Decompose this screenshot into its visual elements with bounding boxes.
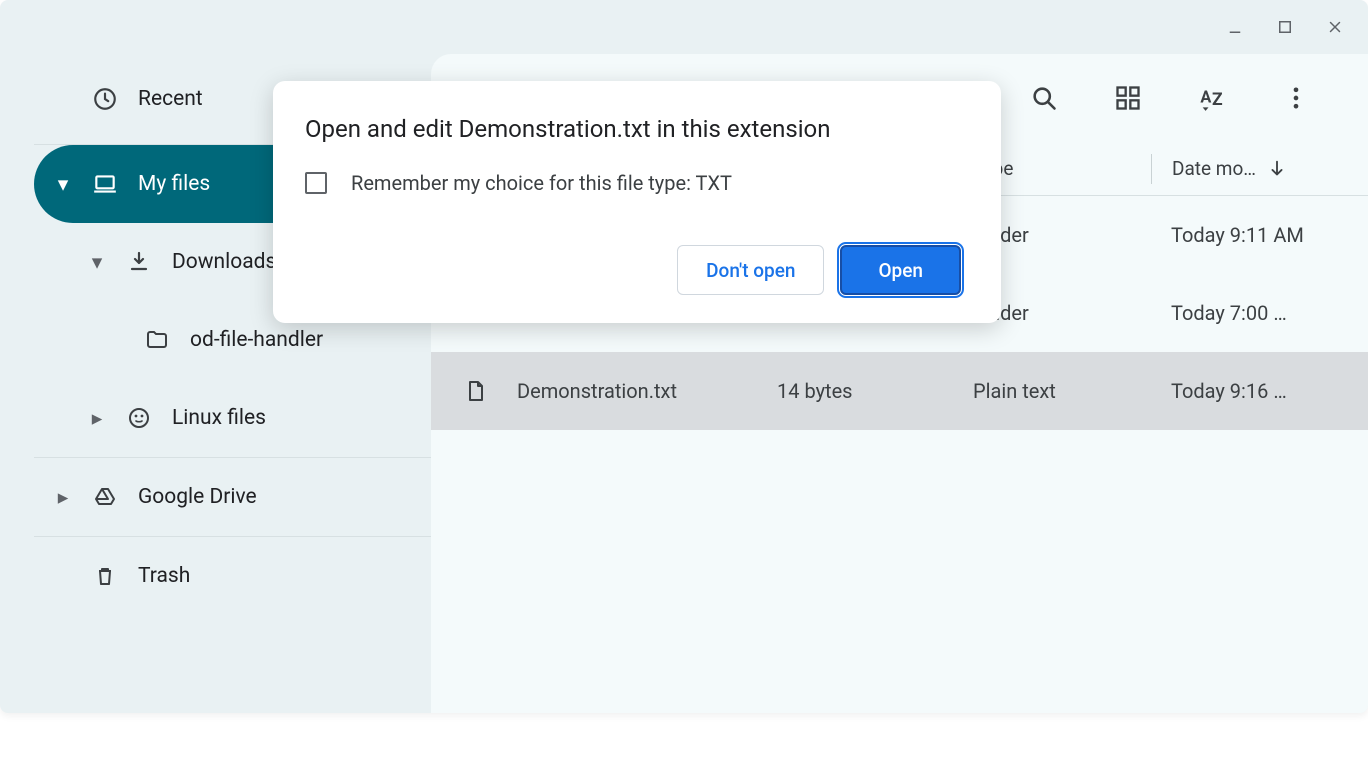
- search-button[interactable]: [1024, 78, 1064, 118]
- dialog-title: Open and edit Demonstration.txt in this …: [305, 115, 961, 143]
- dont-open-button[interactable]: Don't open: [677, 245, 824, 295]
- remember-choice-checkbox[interactable]: [305, 172, 327, 194]
- more-options-button[interactable]: [1276, 78, 1316, 118]
- sidebar-label-google-drive: Google Drive: [138, 485, 257, 509]
- file-icon: [461, 377, 489, 405]
- table-row[interactable]: Demonstration.txt 14 bytes Plain text To…: [431, 352, 1368, 430]
- cell-name: Demonstration.txt: [517, 379, 677, 403]
- arrow-down-icon: [1266, 158, 1288, 180]
- clock-icon: [92, 86, 118, 112]
- chevron-right-icon: ▸: [54, 485, 72, 510]
- sort-button[interactable]: AZ: [1192, 78, 1232, 118]
- cell-type: Plain text: [973, 379, 1151, 403]
- sidebar-label-downloads: Downloads: [172, 250, 276, 274]
- drive-icon: [92, 484, 118, 510]
- download-icon: [126, 249, 152, 275]
- linux-icon: [126, 405, 152, 431]
- sidebar-label-recent: Recent: [138, 87, 203, 111]
- cell-date: Today 9:16 …: [1151, 379, 1368, 403]
- view-grid-button[interactable]: [1108, 78, 1148, 118]
- minimize-icon: [1226, 18, 1244, 36]
- cell-date: Today 9:11 AM: [1151, 223, 1368, 247]
- sidebar-item-trash[interactable]: Trash: [34, 537, 431, 615]
- close-icon: [1326, 18, 1344, 36]
- cell-date: Today 7:00 …: [1151, 301, 1368, 325]
- svg-text:A: A: [1200, 88, 1211, 107]
- search-icon: [1030, 84, 1058, 112]
- sidebar-label-linux-files: Linux files: [172, 406, 266, 430]
- window-maximize-button[interactable]: [1262, 4, 1308, 50]
- remember-choice-label: Remember my choice for this file type: T…: [351, 171, 732, 195]
- folder-icon: [144, 327, 170, 353]
- sidebar-label-trash: Trash: [138, 564, 190, 588]
- column-header-date[interactable]: Date mo…: [1172, 157, 1368, 180]
- sidebar-item-google-drive[interactable]: ▸ Google Drive: [34, 458, 431, 536]
- window-titlebar: [0, 0, 1368, 54]
- grid-icon: [1114, 84, 1142, 112]
- open-button[interactable]: Open: [840, 245, 961, 295]
- laptop-icon: [92, 171, 118, 197]
- sidebar-item-linux-files[interactable]: ▸ Linux files: [34, 379, 431, 457]
- sidebar-label-od-file-handler: od-file-handler: [190, 328, 323, 352]
- cell-size: 14 bytes: [777, 379, 973, 403]
- sort-az-icon: AZ: [1198, 84, 1226, 112]
- chevron-down-icon: ▾: [54, 172, 72, 197]
- chevron-down-icon: ▾: [88, 250, 106, 275]
- trash-icon: [92, 563, 118, 589]
- chevron-right-icon: ▸: [88, 406, 106, 431]
- window-close-button[interactable]: [1312, 4, 1358, 50]
- open-file-dialog: Open and edit Demonstration.txt in this …: [273, 81, 1001, 323]
- sidebar-label-my-files: My files: [138, 172, 210, 196]
- maximize-icon: [1276, 18, 1294, 36]
- app-window: Recent ▾ My files ▾ Downloads: [0, 0, 1368, 713]
- svg-text:Z: Z: [1212, 90, 1223, 110]
- window-minimize-button[interactable]: [1212, 4, 1258, 50]
- more-vertical-icon: [1282, 84, 1310, 112]
- column-divider: [1151, 154, 1152, 184]
